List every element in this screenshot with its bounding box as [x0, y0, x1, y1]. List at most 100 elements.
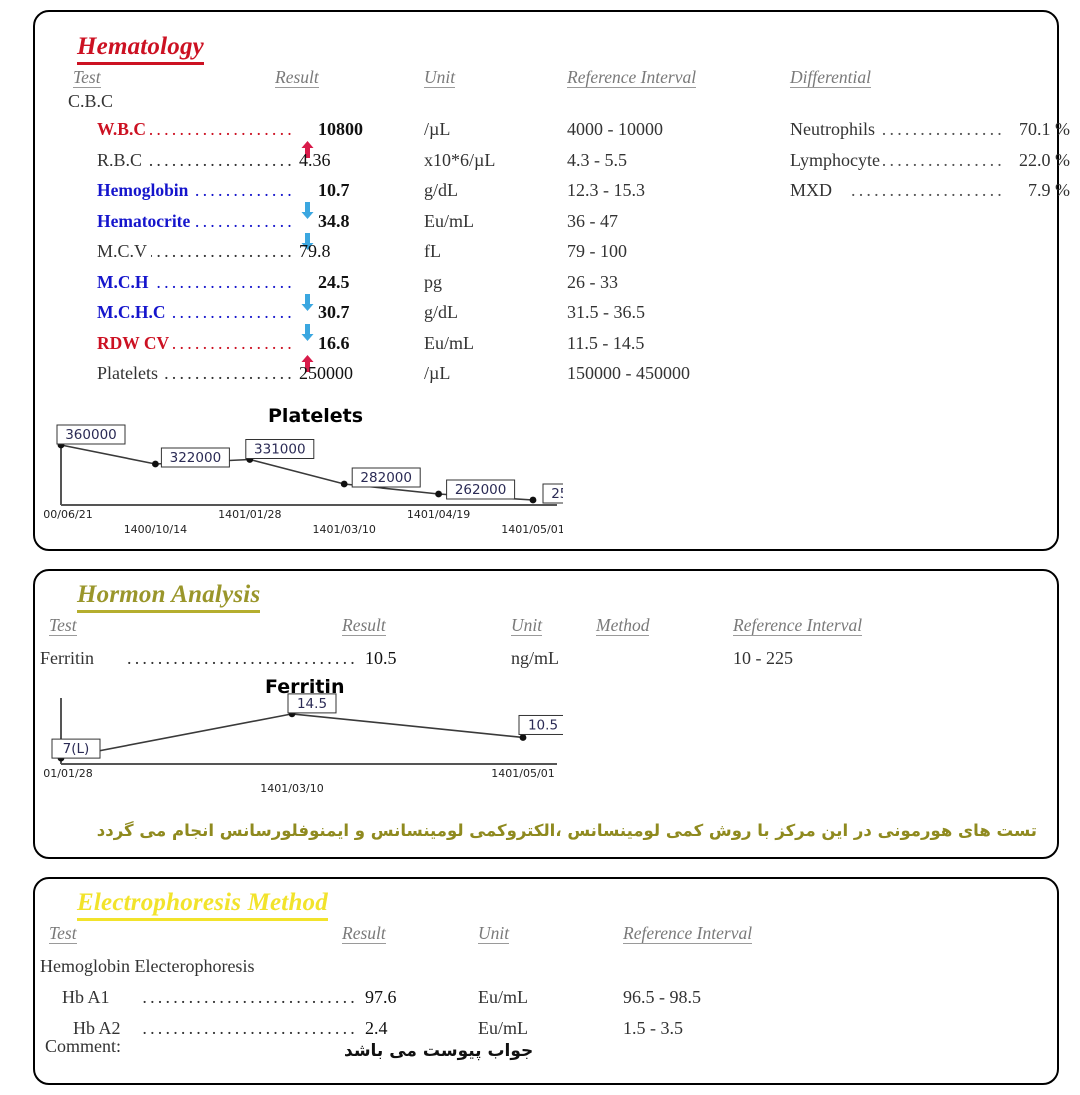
test-row: RDW CV......................16.6Eu/mL11.… — [35, 328, 1057, 372]
hematology-card: Hematology Test Result Unit Reference In… — [33, 10, 1070, 551]
result-value: 79.8 — [299, 241, 331, 261]
test-row: M.C.H.C......................30.7g/dL31.… — [35, 297, 1057, 341]
column-header-unit: Unit — [424, 67, 456, 89]
column-header-test: Test — [49, 923, 77, 945]
reference-interval: 36 - 47 — [567, 210, 618, 231]
test-result: 4.36 — [299, 145, 331, 175]
test-unit: Eu/mL — [478, 1017, 528, 1038]
svg-text:331000: 331000 — [254, 442, 306, 458]
differential-row: .................... MXD 7.9 % — [790, 175, 1075, 205]
electrophoresis-card: Electrophoresis Method Test Result Unit … — [33, 877, 1059, 1085]
differential-name: Lymphocyte — [790, 144, 883, 175]
test-name: Ferritin — [40, 643, 97, 673]
electrophoresis-group-label: Hemoglobin Electerophoresis — [40, 956, 255, 976]
reference-interval: 31.5 - 36.5 — [567, 302, 645, 322]
result-value: 24.5 — [318, 271, 350, 292]
test-name-overlay: RDW CV — [97, 327, 174, 358]
svg-text:1401/05/01: 1401/05/01 — [491, 767, 554, 780]
test-name-overlay: Platelets — [97, 358, 162, 388]
hormon-analysis-card: Hormon Analysis Test Result Unit Method … — [33, 569, 1059, 859]
electrophoresis-section-title: Electrophoresis Method — [77, 889, 328, 921]
hormon-title-text: Hormon Analysis — [77, 581, 261, 608]
test-result: 24.5 — [301, 267, 350, 311]
reference-interval: 150000 - 450000 — [567, 363, 690, 383]
test-name-overlay: W.B.C — [97, 114, 150, 144]
result-value: 10800 — [318, 119, 363, 139]
column-header-reference: Reference Interval — [567, 67, 697, 89]
result-value: 4.36 — [299, 149, 331, 170]
test-name-overlay: M.C.H.C — [97, 297, 170, 327]
differential-value: 22.0 % — [1019, 149, 1070, 170]
comment-value: جواب پیوست می باشد — [344, 1041, 534, 1061]
differential-value: 70.1 % — [1019, 119, 1070, 139]
test-result: 10800 — [301, 114, 363, 158]
hematology-section-title: Hematology — [77, 33, 204, 65]
svg-text:1401/01/28: 1401/01/28 — [43, 767, 93, 780]
title-underline — [77, 62, 204, 65]
svg-text:1401/05/01: 1401/05/01 — [501, 523, 563, 536]
differential-value: 7.9 % — [1028, 180, 1070, 200]
column-header-result: Result — [342, 615, 386, 637]
test-row: ............................ Hb A1 97.6 Eu/… — [35, 982, 1057, 1012]
test-result: 79.8 — [299, 236, 331, 266]
svg-text:1400/06/21: 1400/06/21 — [43, 508, 93, 521]
chart-title-platelets: Platelets — [268, 405, 364, 427]
result-value: 16.6 — [318, 332, 350, 353]
svg-text:262000: 262000 — [455, 482, 507, 498]
title-underline — [77, 918, 328, 921]
test-result: 16.6 — [301, 328, 350, 372]
reference-interval: 96.5 - 98.5 — [623, 987, 701, 1007]
result-value: 30.7 — [318, 302, 350, 322]
differential-name: MXD — [790, 175, 836, 205]
test-unit: pg — [424, 271, 442, 292]
svg-text:1401/03/10: 1401/03/10 — [312, 523, 375, 536]
svg-text:10.5: 10.5 — [528, 717, 558, 733]
column-header-reference: Reference Interval — [733, 615, 863, 637]
reference-interval: 26 - 33 — [567, 271, 618, 292]
test-unit: Eu/mL — [424, 210, 474, 231]
column-header-unit: Unit — [511, 615, 543, 637]
svg-text:250000: 250000 — [551, 486, 563, 502]
test-name-overlay: M.C.H — [97, 266, 153, 297]
test-row: .............................. Ferritin 10… — [35, 643, 1057, 673]
reference-interval: 10 - 225 — [733, 648, 793, 668]
test-unit: x10*6/µL — [424, 149, 496, 170]
test-row: Platelets......................250000/µL… — [35, 358, 1057, 388]
test-unit: /µL — [424, 363, 451, 383]
svg-text:322000: 322000 — [170, 450, 222, 466]
differential-row: .................... Neutrophils 70.1 % — [790, 114, 1075, 144]
reference-interval: 4000 - 10000 — [567, 119, 663, 139]
test-name-overlay: Hematocrite — [97, 205, 195, 236]
test-row: M.C.H......................24.5pg26 - 33 — [35, 267, 1057, 311]
test-result: 34.8 — [301, 206, 350, 250]
title-underline — [77, 610, 261, 613]
test-unit: Eu/mL — [478, 987, 528, 1007]
svg-text:1400/10/14: 1400/10/14 — [124, 523, 187, 536]
hormon-method-note: تست های هورمونی در این مرکز با روش کمی ل… — [96, 821, 1037, 840]
reference-interval: 11.5 - 14.5 — [567, 332, 645, 353]
test-name-overlay: M.C.V — [97, 236, 152, 266]
test-result: 250000 — [299, 358, 353, 388]
result-value: 250000 — [299, 363, 353, 383]
svg-text:1401/04/19: 1401/04/19 — [407, 508, 470, 521]
comment-label: Comment: — [45, 1036, 121, 1056]
column-header-method: Method — [596, 615, 650, 637]
hematology-title-text: Hematology — [77, 33, 204, 60]
test-unit: ng/mL — [511, 648, 559, 668]
svg-text:1401/03/10: 1401/03/10 — [260, 782, 323, 795]
hormon-section-title: Hormon Analysis — [77, 581, 261, 613]
result-value: 10.7 — [318, 180, 350, 200]
test-row: M.C.V......................79.8fL79 - 10… — [35, 236, 1057, 266]
column-header-result: Result — [275, 67, 319, 89]
test-name-overlay: R.B.C — [97, 144, 147, 175]
svg-text:282000: 282000 — [360, 470, 412, 486]
test-name-overlay: Hemoglobin — [97, 175, 193, 205]
column-header-differential: Differential — [790, 67, 872, 89]
svg-text:7(L): 7(L) — [63, 741, 90, 757]
svg-text:14.5: 14.5 — [297, 696, 327, 712]
reference-interval: 12.3 - 15.3 — [567, 180, 645, 200]
column-header-reference: Reference Interval — [623, 923, 753, 945]
chart-title-ferritin: Ferritin — [265, 676, 345, 698]
test-result: 30.7 — [301, 297, 350, 341]
lab-report-page: Hematology Test Result Unit Reference In… — [0, 0, 1080, 1095]
